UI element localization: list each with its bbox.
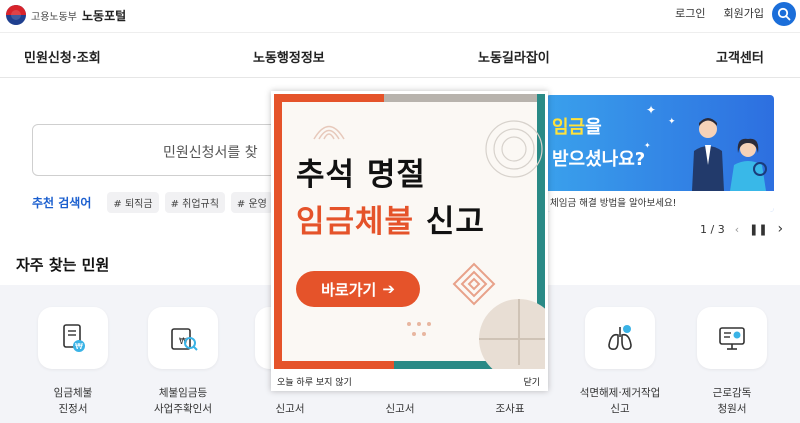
man-illustration-icon	[692, 118, 724, 191]
lungs-icon	[585, 307, 655, 369]
login-link[interactable]: 로그인	[675, 5, 705, 21]
main-nav: 민원신청·조회 노동행정정보 노동길라잡이 고객센터	[0, 32, 800, 78]
search-button[interactable]	[772, 2, 796, 26]
top-bar: 고용노동부 노동포털 로그인 회원가입	[0, 0, 800, 32]
service-item-confirmation[interactable]: ₩ 체불임금등 사업주확인서	[138, 307, 228, 417]
banner-headline: 임금을	[552, 117, 602, 138]
nav-item-guide[interactable]: 노동길라잡이	[478, 47, 550, 66]
recommended-label: 추천 검색어	[32, 196, 92, 210]
popup-image[interactable]: 추석 명절 임금체불 신고 바로가기 ➔	[274, 94, 545, 369]
banner-subtext: 체임금 해결 방법을 알아보세요!	[546, 191, 774, 212]
next-icon[interactable]: ›	[778, 221, 784, 237]
service-item-asbestos[interactable]: 석면해제·제거작업 신고	[575, 307, 665, 417]
service-item-wage-complaint[interactable]: ₩ 임금체불 진정서	[28, 307, 118, 417]
popup-footer: 오늘 하루 보지 않기 닫기	[271, 369, 548, 391]
service-label: 체불임금등 사업주확인서	[154, 387, 212, 415]
dont-show-today-link[interactable]: 오늘 하루 보지 않기	[277, 375, 352, 388]
promo-banner[interactable]: ✦ ✦ ✦ 임금을 받으셨나요? 체임금 해결 방법을 알아보세요!	[546, 95, 774, 212]
banner-pager: 1 / 3 ‹ ❚❚ ›	[700, 221, 783, 237]
pager-count: 1 / 3	[700, 222, 725, 236]
go-button[interactable]: 바로가기 ➔	[296, 271, 420, 307]
government-emblem-icon	[6, 5, 26, 25]
close-popup-link[interactable]: 닫기	[523, 375, 540, 388]
service-item-inspection[interactable]: 근로감독 청원서	[687, 307, 777, 417]
signup-link[interactable]: 회원가입	[724, 5, 764, 21]
woman-illustration-icon	[730, 138, 767, 191]
recommended-keywords: 추천 검색어 # 퇴직금 # 취업규칙 # 운영	[32, 192, 273, 213]
service-label: 근로감독 청원서	[712, 387, 752, 415]
popup-headline-2: 임금체불 신고	[296, 204, 485, 240]
banner-headline-2: 받으셨나요?	[552, 149, 646, 170]
keyword-chip[interactable]: # 운영	[230, 192, 273, 213]
arrow-right-icon: ➔	[382, 280, 395, 298]
popup-headline: 추석 명절	[296, 157, 426, 193]
service-label: 임금체불 진정서	[53, 387, 93, 415]
go-button-label: 바로가기	[321, 280, 377, 299]
monitor-icon	[697, 307, 767, 369]
announcement-popup: 추석 명절 임금체불 신고 바로가기 ➔ 오늘 하루 보지 않기 닫기	[271, 91, 548, 391]
service-label: 석면해제·제거작업 신고	[579, 387, 661, 415]
confirmation-search-icon: ₩	[148, 307, 218, 369]
sparkle-icon: ✦	[646, 103, 657, 117]
nav-item-admin-info[interactable]: 노동행정정보	[253, 47, 325, 66]
section-title: 자주 찾는 민원	[16, 256, 110, 274]
logo-title: 노동포털	[82, 8, 127, 23]
logo-org: 고용노동부	[31, 11, 77, 23]
svg-text:₩: ₩	[75, 342, 83, 351]
site-logo[interactable]: 고용노동부 노동포털	[6, 5, 126, 25]
sparkle-icon: ✦	[668, 117, 676, 127]
nav-item-civil[interactable]: 민원신청·조회	[24, 47, 101, 66]
nav-item-customer-center[interactable]: 고객센터	[716, 47, 764, 66]
search-icon	[777, 7, 791, 21]
pause-icon[interactable]: ❚❚	[749, 223, 767, 236]
prev-icon[interactable]: ‹	[735, 223, 739, 236]
keyword-chip[interactable]: # 취업규칙	[164, 192, 225, 213]
wage-document-icon: ₩	[38, 307, 108, 369]
search-placeholder: 민원신청서를 찾	[163, 145, 258, 161]
keyword-chip[interactable]: # 퇴직금	[107, 192, 159, 213]
